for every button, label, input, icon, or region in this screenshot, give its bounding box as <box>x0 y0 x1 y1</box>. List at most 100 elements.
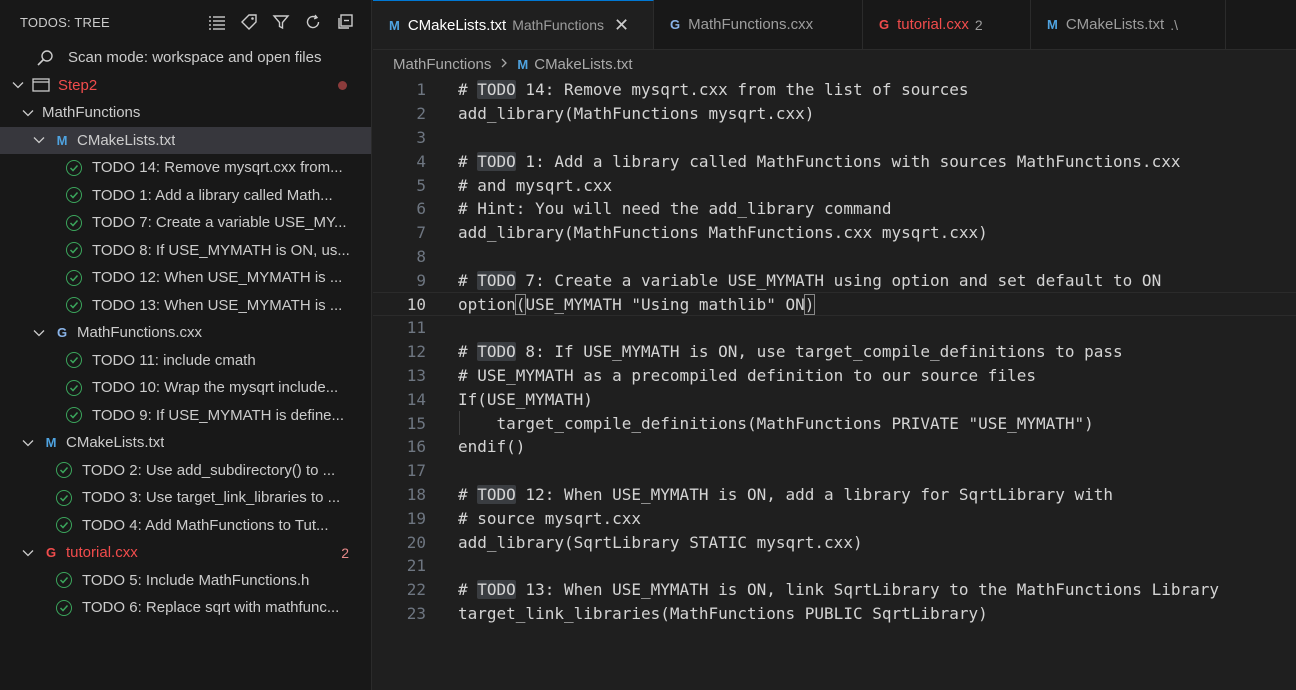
tree-item-todo[interactable]: TODO 6: Replace sqrt with mathfunc... <box>0 594 371 622</box>
check-circle-icon <box>66 159 82 176</box>
tab-mathfunctions-cxx[interactable]: G MathFunctions.cxx <box>654 0 863 49</box>
line-number: 21 <box>406 556 426 576</box>
tree-item-todo[interactable]: TODO 14: Remove mysqrt.cxx from... <box>0 154 371 182</box>
todo-highlight: TODO <box>477 270 516 290</box>
tree-item-file-root-cmakelists[interactable]: M CMakeLists.txt <box>0 429 371 457</box>
code-segment: # USE_MYMATH as a precompiled definition… <box>458 365 1036 385</box>
list-view-icon[interactable] <box>207 12 227 32</box>
filter-icon[interactable] <box>271 12 291 32</box>
code-text: If(USE_MYMATH) <box>458 390 593 409</box>
breadcrumb-file[interactable]: CMakeLists.txt <box>534 56 632 73</box>
todo-label: TODO 9: If USE_MYMATH is define... <box>92 406 345 424</box>
code-line[interactable]: 10 option(USE_MYMATH "Using mathlib" ON) <box>373 292 1296 316</box>
check-circle-icon <box>66 187 82 204</box>
tab-description: MathFunctions <box>512 17 605 33</box>
sidebar-actions <box>207 12 355 32</box>
check-circle-icon <box>66 242 82 259</box>
tab-label: CMakeLists.txt <box>1065 16 1165 33</box>
code-segment: 8: If USE_MYMATH is ON, use target_compi… <box>515 342 1123 362</box>
code-text: option(USE_MYMATH "Using mathlib" ON) <box>458 293 816 315</box>
collapse-all-icon[interactable] <box>335 12 355 32</box>
refresh-icon[interactable] <box>303 12 323 32</box>
scan-mode-row[interactable]: Scan mode: workspace and open files <box>0 44 371 72</box>
code-line[interactable]: 22 # TODO 13: When USE_MYMATH is ON, link… <box>373 578 1296 602</box>
code-segment: # <box>458 270 478 290</box>
code-segment: # source mysqrt.cxx <box>458 508 642 528</box>
tag-icon[interactable] <box>239 12 259 32</box>
code-line[interactable]: 19 # source mysqrt.cxx <box>373 506 1296 530</box>
check-circle-icon <box>56 572 72 589</box>
tree-item-todo[interactable]: TODO 7: Create a variable USE_MY... <box>0 209 371 237</box>
line-number: 2 <box>416 104 426 124</box>
code-editor[interactable]: 1 # TODO 14: Remove mysqrt.cxx from the l… <box>373 78 1296 625</box>
line-number: 7 <box>416 223 426 243</box>
todo-highlight: TODO <box>477 80 516 100</box>
tree-item-file-cmakelists[interactable]: M CMakeLists.txt <box>0 126 371 154</box>
code-line[interactable]: 3 <box>373 126 1296 150</box>
cmake-file-icon: M <box>45 435 57 451</box>
search-icon <box>36 49 54 67</box>
tree-item-todo[interactable]: TODO 11: include cmath <box>0 347 371 375</box>
tree-item-workspace[interactable]: Step2 <box>0 72 371 100</box>
tree-item-todo[interactable]: TODO 10: Wrap the mysqrt include... <box>0 374 371 402</box>
code-line[interactable]: 2 add_library(MathFunctions mysqrt.cxx) <box>373 102 1296 126</box>
code-text: endif() <box>458 437 525 456</box>
tree-item-folder-mathfunctions[interactable]: MathFunctions <box>0 99 371 127</box>
code-line[interactable]: 23 target_link_libraries(MathFunctions PU… <box>373 602 1296 626</box>
scan-mode-label: Scan mode: workspace and open files <box>68 49 322 67</box>
modified-dot-icon <box>338 80 347 90</box>
close-icon[interactable]: ✕ <box>614 15 629 36</box>
check-circle-icon <box>56 489 72 506</box>
line-number: 14 <box>406 389 426 409</box>
line-number: 4 <box>416 151 426 171</box>
tab-cmakelists-mathfunctions[interactable]: M CMakeLists.txt MathFunctions ✕ <box>373 0 654 49</box>
code-line[interactable]: 16 endif() <box>373 435 1296 459</box>
file-label: MathFunctions.cxx <box>77 324 203 342</box>
tree-item-todo[interactable]: TODO 1: Add a library called Math... <box>0 182 371 210</box>
tree-item-todo[interactable]: TODO 3: Use target_link_libraries to ... <box>0 484 371 512</box>
tree-item-file-tutorial-cxx[interactable]: G tutorial.cxx 2 <box>0 539 371 567</box>
line-number: 1 <box>416 80 426 100</box>
code-line[interactable]: 5 # and mysqrt.cxx <box>373 173 1296 197</box>
code-line[interactable]: 12 # TODO 8: If USE_MYMATH is ON, use tar… <box>373 340 1296 364</box>
code-text: add_library(MathFunctions mysqrt.cxx) <box>458 104 814 123</box>
tab-tutorial-cxx[interactable]: G tutorial.cxx 2 <box>863 0 1031 49</box>
code-line[interactable]: 7 add_library(MathFunctions MathFunctions… <box>373 221 1296 245</box>
folder-label: MathFunctions <box>42 104 141 122</box>
tab-cmakelists-root[interactable]: M CMakeLists.txt .\ <box>1031 0 1226 49</box>
code-line[interactable]: 21 <box>373 554 1296 578</box>
tree-item-todo[interactable]: TODO 9: If USE_MYMATH is define... <box>0 402 371 430</box>
line-number: 19 <box>406 508 426 528</box>
tree-item-todo[interactable]: TODO 2: Use add_subdirectory() to ... <box>0 457 371 485</box>
todo-label: TODO 5: Include MathFunctions.h <box>82 571 310 589</box>
code-line[interactable]: 14 If(USE_MYMATH) <box>373 387 1296 411</box>
code-line[interactable]: 17 <box>373 459 1296 483</box>
code-segment: endif() <box>458 437 526 457</box>
tree-item-todo[interactable]: TODO 8: If USE_MYMATH is ON, us... <box>0 237 371 265</box>
editor-tabs: M CMakeLists.txt MathFunctions ✕ G MathF… <box>373 0 1296 50</box>
tree-item-todo[interactable]: TODO 5: Include MathFunctions.h <box>0 567 371 595</box>
code-line[interactable]: 13 # USE_MYMATH as a precompiled definiti… <box>373 364 1296 388</box>
code-line[interactable]: 11 <box>373 316 1296 340</box>
sidebar-title: TODOS: TREE <box>20 14 110 30</box>
code-line[interactable]: 4 # TODO 1: Add a library called MathFunc… <box>373 149 1296 173</box>
code-segment: option <box>458 294 516 314</box>
code-line[interactable]: 18 # TODO 12: When USE_MYMATH is ON, add … <box>373 483 1296 507</box>
cmake-file-icon: M <box>389 17 400 33</box>
line-number: 9 <box>416 270 426 290</box>
code-line[interactable]: 15 target_compile_definitions(MathFuncti… <box>373 411 1296 435</box>
tree-item-file-mathfunctions-cxx[interactable]: G MathFunctions.cxx <box>0 319 371 347</box>
tree-item-todo[interactable]: TODO 13: When USE_MYMATH is ... <box>0 292 371 320</box>
breadcrumb-folder[interactable]: MathFunctions <box>393 56 491 73</box>
code-line[interactable]: 6 # Hint: You will need the add_library c… <box>373 197 1296 221</box>
indent-guide <box>459 411 460 435</box>
check-circle-icon <box>56 462 72 479</box>
tree-item-todo[interactable]: TODO 12: When USE_MYMATH is ... <box>0 264 371 292</box>
code-line[interactable]: 9 # TODO 7: Create a variable USE_MYMATH … <box>373 268 1296 292</box>
code-line[interactable]: 8 <box>373 245 1296 269</box>
todo-label: TODO 4: Add MathFunctions to Tut... <box>82 516 329 534</box>
tree-item-todo[interactable]: TODO 4: Add MathFunctions to Tut... <box>0 512 371 540</box>
code-line[interactable]: 20 add_library(SqrtLibrary STATIC mysqrt.… <box>373 530 1296 554</box>
todo-label: TODO 8: If USE_MYMATH is ON, us... <box>92 241 350 259</box>
code-line[interactable]: 1 # TODO 14: Remove mysqrt.cxx from the l… <box>373 78 1296 102</box>
